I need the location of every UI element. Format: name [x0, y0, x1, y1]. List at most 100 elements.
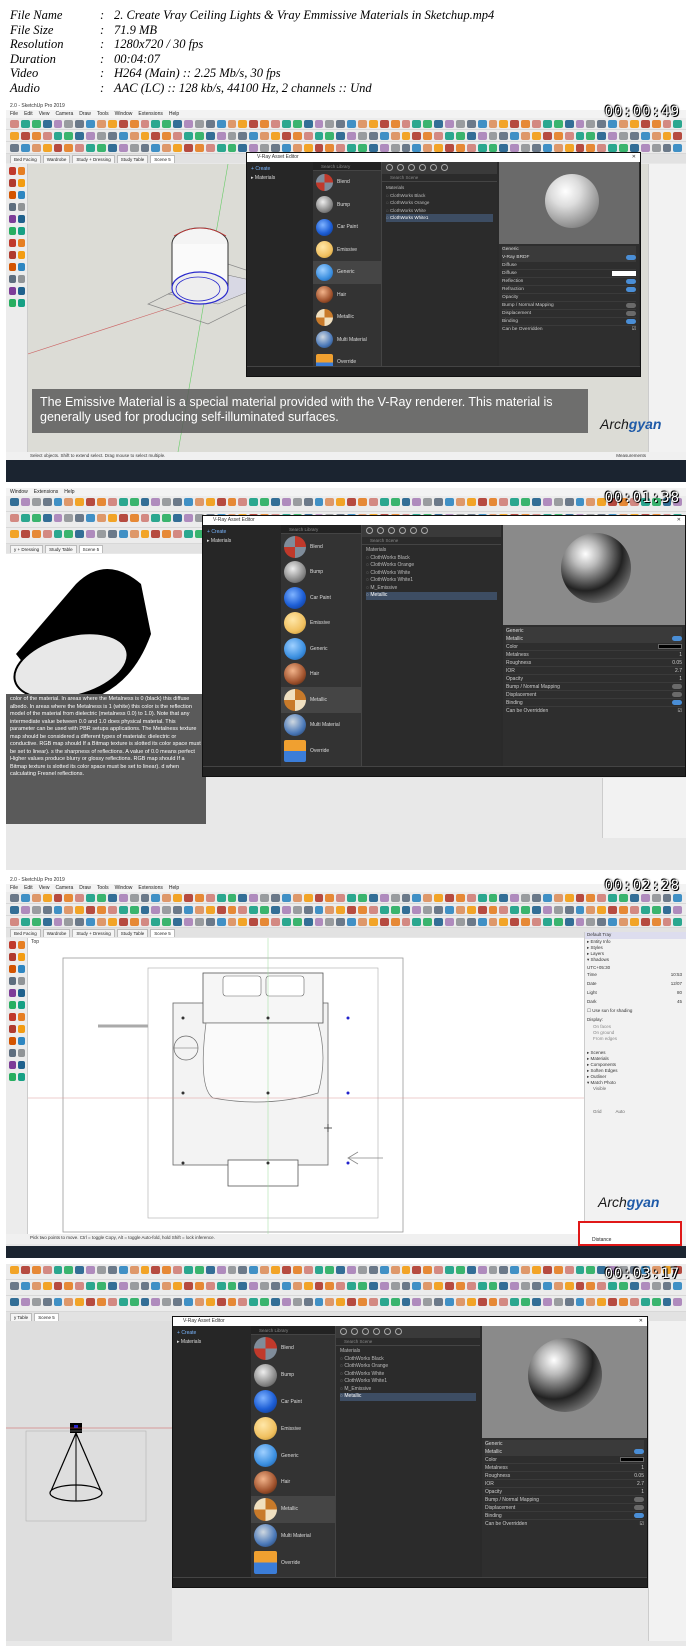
overridden-checkbox[interactable]: ☑ — [678, 707, 682, 715]
toolbar-tool-icon[interactable] — [129, 132, 139, 140]
toolbar-tool-icon[interactable] — [162, 144, 172, 152]
toolbar-tool-icon[interactable] — [499, 144, 509, 152]
toolbar-tool-icon[interactable] — [151, 498, 161, 506]
toolbar-tool-icon[interactable] — [651, 1282, 661, 1290]
toolbar-tool-icon[interactable] — [553, 1266, 563, 1274]
toolbar-tool-icon[interactable] — [75, 530, 85, 538]
toolbar-tool-icon[interactable] — [651, 906, 661, 914]
left-tool-icon[interactable] — [18, 953, 25, 961]
toolbar-tool-icon[interactable] — [379, 498, 389, 506]
left-tool-icon[interactable] — [18, 251, 25, 259]
close-icon[interactable]: ✕ — [639, 1317, 643, 1326]
overridden-checkbox[interactable]: ☑ — [640, 1520, 644, 1528]
toolbar-tool-icon[interactable] — [499, 894, 509, 902]
toolbar-tool-icon[interactable] — [216, 918, 226, 926]
toolbar-tool-icon[interactable] — [216, 1282, 226, 1290]
toolbar-tool-icon[interactable] — [303, 906, 313, 914]
toolbar-tool-icon[interactable] — [173, 906, 182, 914]
toolbar-tool-icon[interactable] — [194, 1298, 204, 1306]
toolbar-tool-icon[interactable] — [64, 530, 74, 538]
scene-material-item[interactable]: ◌ ClothWorks White1 — [340, 1378, 476, 1386]
render-elements-icon[interactable] — [384, 1328, 391, 1335]
toolbar-tool-icon[interactable] — [271, 132, 280, 140]
scene-material-item[interactable]: ◌ ClothWorks Black — [340, 1356, 476, 1364]
toolbar-tool-icon[interactable] — [42, 514, 52, 522]
binding-toggle[interactable] — [672, 700, 682, 705]
toolbar-tool-icon[interactable] — [97, 1298, 106, 1306]
toolbar-tool-icon[interactable] — [64, 1282, 74, 1290]
toolbar-tool-icon[interactable] — [140, 120, 150, 128]
toolbar-tool-icon[interactable] — [412, 1298, 422, 1306]
library-item-emissive[interactable]: Emissive — [281, 611, 361, 637]
menu-help[interactable]: Help — [169, 110, 179, 118]
toolbar-tool-icon[interactable] — [532, 120, 541, 128]
toolbar-tool-icon[interactable] — [249, 144, 259, 152]
toolbar-tool-icon[interactable] — [336, 1282, 346, 1290]
toolbar-tool-icon[interactable] — [20, 906, 30, 914]
left-tool-icon[interactable] — [18, 215, 25, 223]
toolbar-tool-icon[interactable] — [53, 132, 63, 140]
toolbar-tool-icon[interactable] — [477, 906, 487, 914]
toolbar-tool-icon[interactable] — [434, 1298, 443, 1306]
toolbar-tool-icon[interactable] — [31, 132, 41, 140]
toolbar-tool-icon[interactable] — [466, 144, 476, 152]
toolbar-tool-icon[interactable] — [75, 1298, 85, 1306]
toolbar-tool-icon[interactable] — [64, 1298, 74, 1306]
toolbar-tool-icon[interactable] — [173, 530, 182, 538]
viewport-3d[interactable] — [6, 1321, 172, 1641]
toolbar-tool-icon[interactable] — [238, 144, 248, 152]
menu-file[interactable]: File — [10, 110, 18, 118]
toolbar-tool-icon[interactable] — [86, 514, 95, 522]
toolbar-tool-icon[interactable] — [42, 1266, 52, 1274]
close-icon[interactable]: ✕ — [677, 516, 681, 525]
toolbar-tool-icon[interactable] — [162, 1282, 172, 1290]
toolbar-tool-icon[interactable] — [129, 120, 139, 128]
toolbar-tool-icon[interactable] — [140, 132, 150, 140]
library-item-override[interactable]: Override — [251, 1549, 335, 1576]
toolbar-tool-icon[interactable] — [662, 1282, 672, 1290]
toolbar-tool-icon[interactable] — [10, 132, 19, 140]
toolbar-tool-icon[interactable] — [564, 144, 574, 152]
toolbar-tool-icon[interactable] — [532, 144, 541, 152]
toolbar-tool-icon[interactable] — [488, 1266, 498, 1274]
toolbar-tool-icon[interactable] — [445, 894, 454, 902]
toolbar-tool-icon[interactable] — [466, 1266, 476, 1274]
toolbar-tool-icon[interactable] — [97, 1282, 106, 1290]
toolbar-tool-icon[interactable] — [194, 1266, 204, 1274]
sun-shading-checkbox[interactable]: ☐ Use sun for shading — [585, 1008, 686, 1017]
toolbar-tool-icon[interactable] — [553, 120, 563, 128]
left-tool-icon[interactable] — [18, 1037, 25, 1045]
toolbar-tool-icon[interactable] — [390, 894, 400, 902]
toolbar-tool-icon[interactable] — [118, 1266, 128, 1274]
bump-toggle[interactable] — [626, 303, 636, 308]
section-displacement[interactable]: Displacement — [485, 1504, 644, 1512]
materials-filter-icon[interactable] — [366, 527, 373, 534]
toolbar-tool-icon[interactable] — [216, 1266, 226, 1274]
toolbar-tool-icon[interactable] — [303, 144, 313, 152]
color-swatch[interactable] — [658, 644, 682, 649]
toolbar-tool-icon[interactable] — [31, 1282, 41, 1290]
toolbar-tool-icon[interactable] — [597, 918, 607, 926]
toolbar-tool-icon[interactable] — [575, 894, 585, 902]
toolbar-tool-icon[interactable] — [107, 918, 117, 926]
library-item-metallic[interactable]: Metallic — [313, 306, 381, 329]
toolbar-tool-icon[interactable] — [434, 906, 443, 914]
toolbar-tool-icon[interactable] — [629, 120, 639, 128]
toolbar-tool-icon[interactable] — [75, 894, 85, 902]
utc-select[interactable]: UTC+05:30 — [585, 963, 686, 972]
toolbar-tool-icon[interactable] — [10, 144, 19, 152]
toolbar-tool-icon[interactable] — [401, 132, 411, 140]
toolbar-tool-icon[interactable] — [608, 1298, 617, 1306]
scene-tab-study-table[interactable]: y Table — [10, 1313, 33, 1321]
toolbar-tool-icon[interactable] — [216, 894, 226, 902]
toolbar-tool-icon[interactable] — [499, 918, 509, 926]
toolbar-tool-icon[interactable] — [542, 1266, 552, 1274]
toolbar-tool-icon[interactable] — [53, 1298, 63, 1306]
scene-tab-bed-facing[interactable]: Bed Facing — [10, 155, 41, 163]
toolbar-tool-icon[interactable] — [249, 1298, 259, 1306]
toolbar-tool-icon[interactable] — [586, 918, 596, 926]
toolbar-tool-icon[interactable] — [651, 894, 661, 902]
toolbar-tool-icon[interactable] — [586, 894, 596, 902]
menu-tools[interactable]: Tools — [97, 110, 109, 118]
toolbar-tool-icon[interactable] — [75, 1266, 85, 1274]
